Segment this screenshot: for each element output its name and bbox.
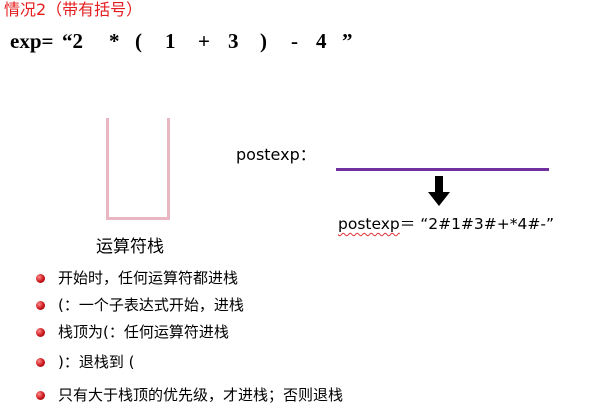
expression-token: ” xyxy=(342,29,353,53)
bullet-dot-icon xyxy=(36,274,45,283)
expression-token: 1 xyxy=(165,29,176,53)
bullet-dot-icon xyxy=(36,301,45,310)
operator-stack-label: 运算符栈 xyxy=(96,237,164,257)
bullet-dot-icon xyxy=(36,391,45,400)
postexp-line xyxy=(336,168,549,171)
operator-stack xyxy=(106,118,170,220)
expression-token: + xyxy=(198,29,210,53)
list-item-text: (：一个子表达式开始，进栈 xyxy=(58,296,244,314)
list-item-text: )：退栈到 ( xyxy=(58,353,135,371)
bullet-dot-icon xyxy=(36,358,45,367)
expression-token: * xyxy=(109,29,120,53)
postexp-label: postexp： xyxy=(236,145,316,164)
postexp-result-word: postexp xyxy=(338,215,400,233)
down-arrow-icon xyxy=(428,176,450,206)
list-item-text: 只有大于栈顶的优先级，才进栈；否则退栈 xyxy=(58,386,344,404)
postexp-result: postexp＝ “2#1#3#+*4#-” xyxy=(338,212,554,234)
expression-token: 4 xyxy=(316,29,327,53)
expression-token: “2 xyxy=(62,29,83,53)
bullet-dot-icon xyxy=(36,328,45,337)
expression-token: ( xyxy=(135,29,142,53)
list-item-text: 栈顶为(：任何运算符进栈 xyxy=(58,323,229,341)
list-item-text: 开始时，任何运算符都进栈 xyxy=(58,269,239,287)
expression-token: 3 xyxy=(228,29,239,53)
expression-label: exp= xyxy=(10,29,54,53)
expression-token: ) xyxy=(260,29,267,53)
section-title: 情况2（带有括号） xyxy=(4,0,143,19)
expression-token: - xyxy=(291,29,298,53)
postexp-result-value: ＝ “2#1#3#+*4#-” xyxy=(399,215,554,233)
